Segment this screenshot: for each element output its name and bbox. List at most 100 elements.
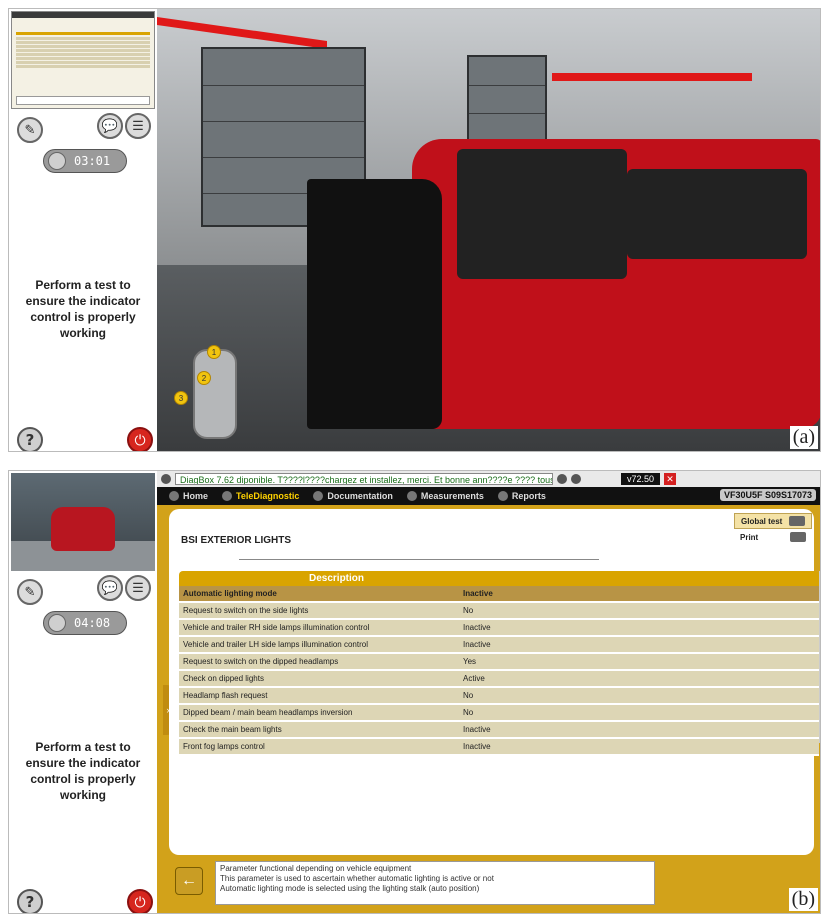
chat-icon[interactable]: 💬	[97, 575, 123, 601]
back-button[interactable]: ←	[175, 867, 203, 895]
table-row[interactable]: Automatic lighting mode Inactive	[179, 586, 819, 603]
row-name: Vehicle and trailer LH side lamps illumi…	[183, 640, 368, 649]
clock-icon	[48, 152, 66, 170]
minimap-marker[interactable]: 1	[207, 345, 221, 359]
menu-icon[interactable]	[161, 474, 171, 484]
tab-measurements[interactable]: Measurements	[406, 491, 484, 501]
table-row[interactable]: Check the main beam lights Inactive	[179, 722, 819, 739]
table-row[interactable]: Vehicle and trailer RH side lamps illumi…	[179, 620, 819, 637]
test-icon	[789, 516, 805, 526]
timer-value: 04:08	[74, 616, 111, 630]
row-name: Request to switch on the side lights	[183, 606, 309, 615]
diagbox-app: DiagBox 7.62 diponible. T????l????charge…	[157, 471, 820, 913]
help-icon[interactable]: ?	[17, 889, 43, 913]
tab-label: TeleDiagnostic	[236, 491, 300, 501]
timer: 03:01	[43, 149, 127, 173]
parameter-info: Parameter functional depending on vehicl…	[215, 861, 655, 905]
row-name: Dipped beam / main beam headlamps invers…	[183, 708, 353, 717]
clock-icon	[48, 614, 66, 632]
timer-value: 03:01	[74, 154, 111, 168]
tab-label: Home	[183, 491, 209, 501]
table-scrollbar[interactable]	[819, 571, 820, 743]
row-value: No	[463, 606, 474, 615]
info-line: Automatic lighting mode is selected usin…	[220, 884, 480, 893]
chat-icon[interactable]: 💬	[97, 113, 123, 139]
checklist-icon[interactable]: ☰	[125, 113, 151, 139]
car-minimap[interactable]	[193, 349, 237, 439]
row-value: No	[463, 708, 474, 717]
row-name: Check the main beam lights	[183, 725, 282, 734]
panel-b: ✎ 💬 ☰ 04:08 Perform a test to ensure the…	[8, 470, 821, 914]
timer: 04:08	[43, 611, 127, 635]
row-value: Inactive	[463, 623, 491, 632]
garage-scene[interactable]: 1 2 3	[157, 9, 820, 451]
table-row[interactable]: Request to switch on the dipped headlamp…	[179, 654, 819, 671]
row-value: Yes	[463, 657, 477, 666]
vin-badge[interactable]: VF30U5F S09S17073	[719, 489, 816, 501]
instruction-text: Perform a test to ensure the indicator c…	[25, 278, 141, 340]
info-line: Parameter functional depending on vehicl…	[220, 864, 412, 873]
row-name: Automatic lighting mode	[183, 589, 277, 598]
close-icon[interactable]: ✕	[664, 473, 677, 485]
table-row[interactable]: Front fog lamps control Inactive	[179, 739, 819, 756]
power-icon[interactable]: ⏻	[127, 889, 153, 913]
status-icon	[571, 474, 581, 484]
tab-telediagnostic[interactable]: TeleDiagnostic	[222, 491, 299, 501]
power-icon[interactable]: ⏻	[127, 427, 153, 451]
checklist-icon[interactable]: ☰	[125, 575, 151, 601]
minimap-marker[interactable]: 3	[174, 391, 188, 405]
instruction-text: Perform a test to ensure the indicator c…	[25, 740, 141, 802]
table-row[interactable]: Request to switch on the side lights No	[179, 603, 819, 620]
row-value: Inactive	[463, 742, 491, 751]
update-message[interactable]: DiagBox 7.62 diponible. T????l????charge…	[175, 473, 553, 485]
row-value: Inactive	[463, 725, 491, 734]
car-photo-thumbnail[interactable]	[11, 473, 155, 571]
table-row[interactable]: Vehicle and trailer LH side lamps illumi…	[179, 637, 819, 654]
table-row[interactable]: Check on dipped lights Active	[179, 671, 819, 688]
reports-icon	[497, 491, 508, 501]
global-test-button[interactable]: Global test	[734, 513, 812, 529]
red-stripe	[552, 73, 752, 81]
sidebar: ✎ 💬 ☰ 03:01 Perform a test to ensure the…	[9, 9, 157, 451]
printer-icon	[790, 532, 806, 542]
home-icon	[169, 491, 179, 501]
tab-label: Documentation	[327, 491, 393, 501]
version-label: v72.50	[621, 473, 661, 485]
car-interior	[457, 149, 627, 279]
panel-a: ✎ 💬 ☰ 03:01 Perform a test to ensure the…	[8, 8, 821, 452]
top-bar: DiagBox 7.62 diponible. T????l????charge…	[157, 471, 820, 487]
row-value: No	[463, 691, 474, 700]
tab-reports[interactable]: Reports	[497, 491, 546, 501]
table-row[interactable]: Headlamp flash request No	[179, 688, 819, 705]
wrench-icon[interactable]: ✎	[17, 117, 43, 143]
tab-documentation[interactable]: Documentation	[313, 491, 393, 501]
main-content: BSI EXTERIOR LIGHTS Global test Print De…	[169, 509, 820, 855]
content-frame: › BSI EXTERIOR LIGHTS Global test Print …	[157, 505, 820, 913]
table-row[interactable]: Dipped beam / main beam headlamps invers…	[179, 705, 819, 722]
row-name: Headlamp flash request	[183, 691, 268, 700]
row-value: Inactive	[463, 589, 493, 598]
divider	[239, 559, 599, 560]
page-title: BSI EXTERIOR LIGHTS	[181, 535, 292, 546]
print-label: Print	[740, 532, 759, 542]
status-icon	[557, 474, 567, 484]
sidebar: ✎ 💬 ☰ 04:08 Perform a test to ensure the…	[9, 471, 157, 913]
minimap-marker[interactable]: 2	[197, 371, 211, 385]
tab-label: Reports	[511, 491, 546, 501]
tab-home[interactable]: Home	[169, 491, 208, 501]
panel-label: (b)	[788, 888, 818, 911]
measurements-icon	[406, 491, 417, 501]
wrench-icon[interactable]: ✎	[17, 579, 43, 605]
help-icon[interactable]: ?	[17, 427, 43, 451]
info-line: This parameter is used to ascertain whet…	[220, 874, 494, 883]
diagnostic-icon	[222, 491, 233, 501]
print-button[interactable]: Print	[734, 529, 812, 545]
footer: ← Parameter functional depending on vehi…	[169, 859, 814, 909]
panel-label: (a)	[789, 426, 818, 449]
diagbox-thumbnail[interactable]	[11, 11, 155, 109]
car-open-door[interactable]	[307, 179, 442, 429]
back-arrow-icon: ←	[181, 872, 197, 889]
car-window	[627, 169, 807, 259]
table-header: Description	[179, 571, 819, 586]
documentation-icon	[313, 491, 324, 501]
